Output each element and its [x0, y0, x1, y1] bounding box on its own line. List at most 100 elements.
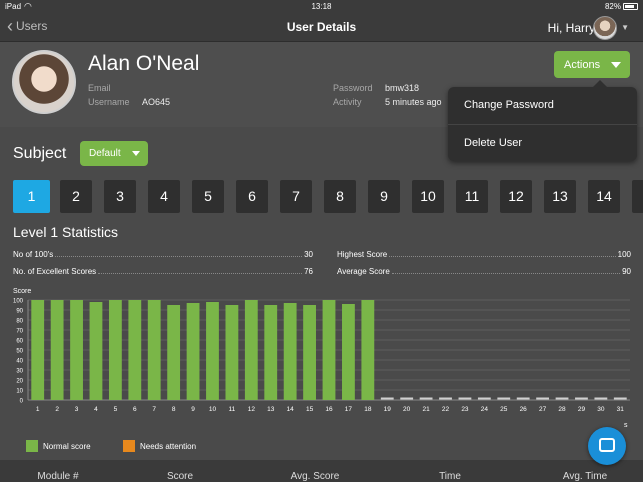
back-button[interactable]: ‹ Users: [7, 16, 48, 36]
stat-leader: [98, 267, 303, 274]
bar-normal-1: [31, 300, 45, 400]
level-tab-1[interactable]: 1: [13, 180, 50, 213]
user-avatar[interactable]: [593, 16, 617, 40]
stat-label: No of 100's: [13, 250, 54, 259]
bar-normal-2: [50, 300, 64, 400]
bar-empty-28: [555, 397, 569, 400]
legend-label-attention: Needs attention: [140, 441, 197, 451]
bar-normal-5: [108, 300, 122, 400]
x-tick-label: 3: [75, 406, 79, 413]
col-avg-score[interactable]: Avg. Score: [291, 471, 340, 482]
battery-percent: 82%: [604, 2, 621, 11]
y-tick-label: 40: [16, 359, 23, 365]
level-tab-12[interactable]: 12: [500, 180, 532, 213]
y-tick-label: 30: [16, 369, 23, 375]
chat-button[interactable]: [588, 427, 626, 465]
level-tab-14[interactable]: 14: [588, 180, 620, 213]
x-tick-label: 30: [597, 406, 605, 413]
user-greeting[interactable]: Hi, Harry: [548, 21, 595, 35]
level-tab-13[interactable]: 13: [544, 180, 576, 213]
actions-menu: Change Password Delete User: [448, 80, 637, 162]
bar-empty-30: [594, 397, 608, 400]
back-label: Users: [16, 19, 48, 33]
level-tab-5[interactable]: 5: [192, 180, 224, 213]
level-tabs: 1 2 3 4 5 6 7 8 9 10 11 12 13 14: [13, 180, 643, 214]
level-tab-8[interactable]: 8: [324, 180, 356, 213]
menu-arrow: [593, 80, 607, 87]
activity-value: 5 minutes ago: [385, 97, 442, 107]
actions-button[interactable]: Actions: [554, 51, 630, 78]
bar-empty-19: [380, 397, 394, 400]
x-tick-label: 13: [267, 406, 275, 413]
profile-name: Alan O'Neal: [88, 52, 200, 75]
bar-normal-18: [361, 300, 375, 400]
level-tab-10[interactable]: 10: [412, 180, 444, 213]
level-tab-6[interactable]: 6: [236, 180, 268, 213]
stat-label: Highest Score: [337, 250, 388, 259]
stat-leader: [55, 250, 303, 257]
bar-empty-29: [575, 397, 588, 400]
stat-leader: [389, 250, 616, 257]
stats-title: Level 1 Statistics: [13, 224, 119, 240]
bar-empty-31: [613, 397, 627, 400]
level-tab-more[interactable]: [632, 180, 643, 213]
bar-empty-25: [497, 397, 511, 400]
x-tick-label: 15: [306, 406, 314, 413]
level-tab-7[interactable]: 7: [280, 180, 312, 213]
level-tab-9[interactable]: 9: [368, 180, 400, 213]
y-tick-label: 80: [16, 319, 23, 325]
x-tick-label: 19: [384, 406, 392, 413]
bar-normal-16: [322, 300, 336, 400]
col-score[interactable]: Score: [167, 471, 193, 482]
username-label: Username: [88, 97, 130, 107]
level-tab-4[interactable]: 4: [148, 180, 180, 213]
x-tick-label: 7: [152, 406, 156, 413]
bar-empty-27: [536, 397, 550, 400]
stat-value: 100: [617, 250, 631, 259]
y-tick-label: 20: [16, 379, 23, 385]
subject-label: Subject: [13, 145, 67, 162]
level-tab-11[interactable]: 11: [456, 180, 488, 213]
bar-empty-21: [419, 397, 433, 400]
y-tick-label: 50: [16, 349, 23, 355]
chevron-left-icon: ‹: [7, 16, 13, 36]
chevron-down-icon[interactable]: ▼: [621, 23, 629, 32]
x-tick-label: 16: [325, 406, 333, 413]
x-tick-label: 8: [172, 406, 176, 413]
col-avg-time[interactable]: Avg. Time: [563, 471, 607, 482]
x-tick-label: 6: [133, 406, 137, 413]
x-tick-label: 23: [461, 406, 469, 413]
bar-normal-12: [244, 300, 258, 400]
bar-empty-20: [400, 397, 414, 400]
password-label: Password: [333, 83, 373, 93]
menu-item-change-password[interactable]: Change Password: [448, 87, 637, 124]
module-table-header: Module # Score Avg. Score Time Avg. Time: [0, 460, 643, 482]
password-value: bmw318: [385, 83, 420, 93]
battery-fill: [625, 5, 634, 8]
col-module[interactable]: Module #: [37, 471, 78, 482]
level-tab-2[interactable]: 2: [60, 180, 92, 213]
x-tick-label: 10: [209, 406, 217, 413]
legend-attention: Needs attention: [123, 440, 196, 452]
stat-value: 90: [622, 267, 631, 276]
bar-empty-24: [477, 397, 491, 400]
subject-selected: Default: [89, 148, 121, 159]
x-tick-label: 14: [287, 406, 295, 413]
x-tick-label: 29: [578, 406, 586, 413]
y-tick-label: 100: [13, 299, 24, 305]
x-tick-label: 31: [617, 406, 625, 413]
x-tick-label: 11: [229, 406, 236, 413]
col-time[interactable]: Time: [439, 471, 461, 482]
stat-value: 30: [304, 250, 313, 259]
bar-normal-7: [147, 300, 161, 400]
bar-empty-26: [516, 397, 530, 400]
x-tick-label: 27: [539, 406, 547, 413]
x-tick-label: 1: [36, 406, 40, 413]
y-tick-label: 0: [20, 399, 24, 405]
subject-dropdown[interactable]: Default: [80, 141, 148, 166]
level-tab-3[interactable]: 3: [104, 180, 136, 213]
y-tick-label: 70: [16, 329, 23, 335]
x-tick-label: 9: [191, 406, 195, 413]
battery-icon: [623, 3, 638, 10]
menu-item-delete-user[interactable]: Delete User: [448, 125, 637, 162]
